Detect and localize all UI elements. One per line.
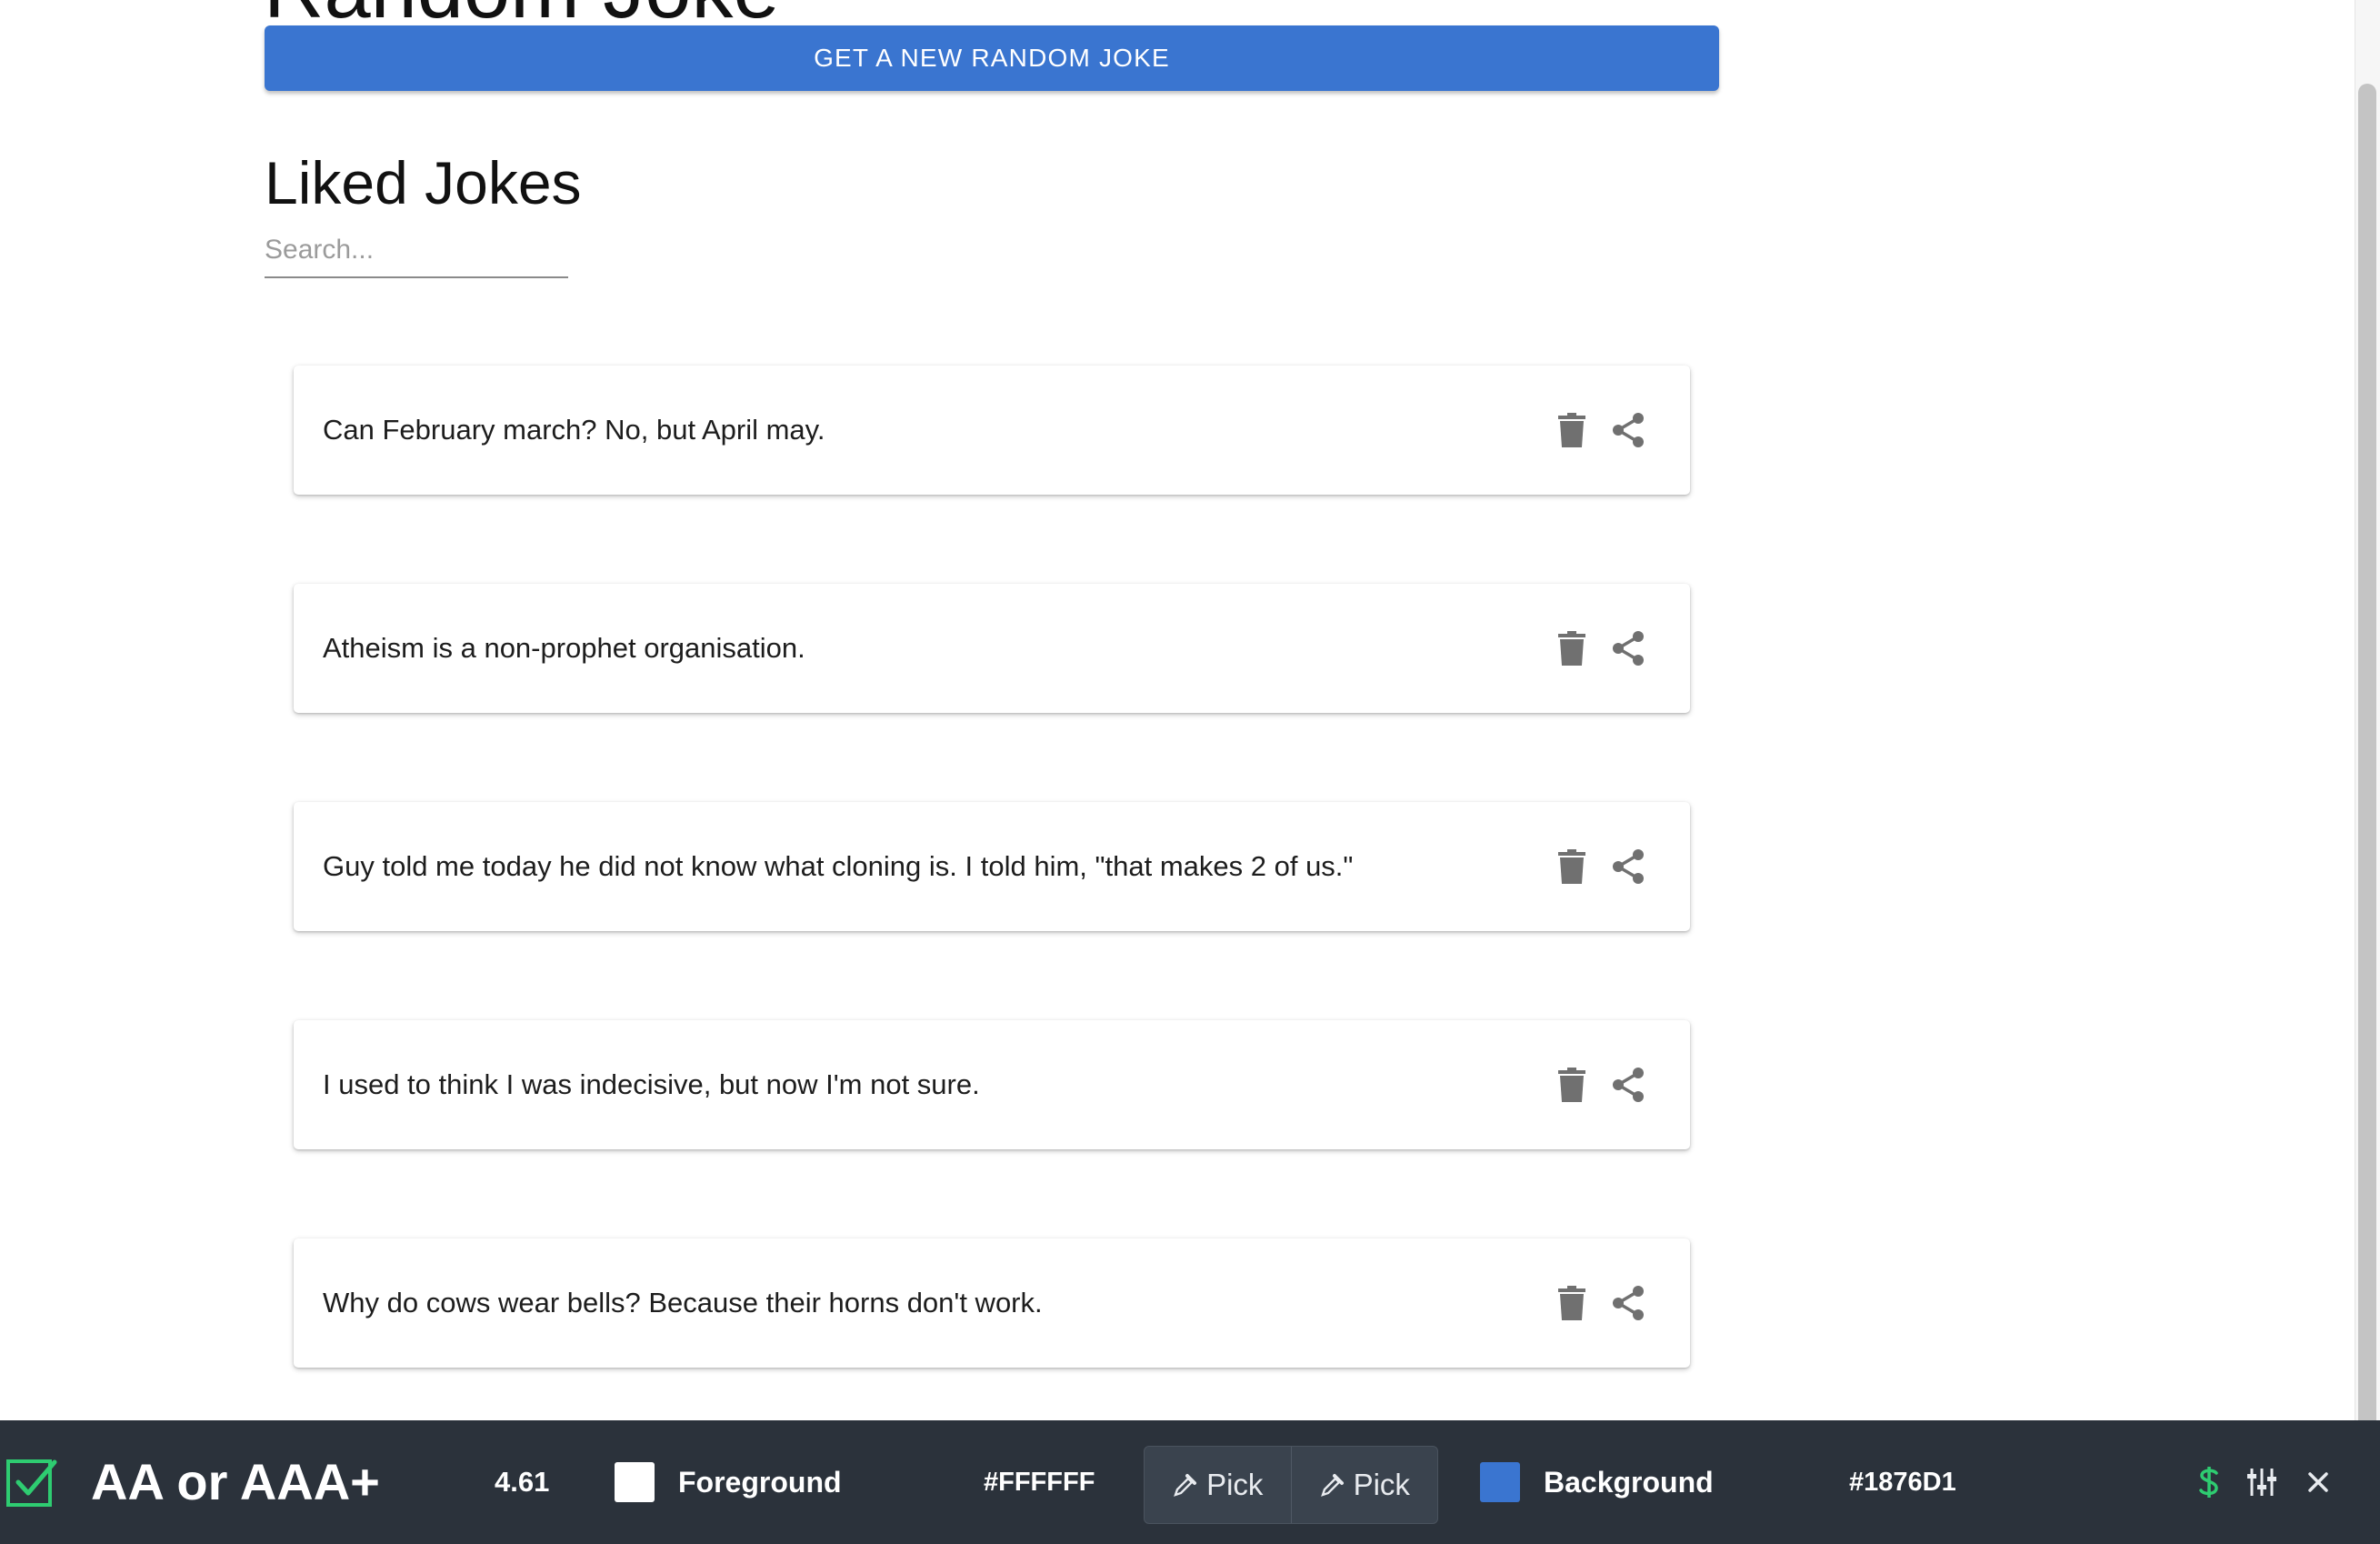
joke-text: Atheism is a non-prophet organisation. (323, 632, 805, 664)
pick-foreground-button[interactable]: Pick (1145, 1447, 1291, 1523)
joke-card: I used to think I was indecisive, but no… (294, 1020, 1690, 1149)
joke-text: I used to think I was indecisive, but no… (323, 1068, 980, 1100)
pick-label: Pick (1206, 1468, 1264, 1501)
delete-icon[interactable] (1554, 403, 1590, 457)
get-new-joke-button[interactable]: GET A NEW RANDOM JOKE (265, 25, 1719, 91)
contrast-level: AA or AAA+ (91, 1453, 380, 1510)
share-icon[interactable] (1610, 403, 1646, 457)
checkbox-check-icon (5, 1457, 58, 1509)
background-label: Background (1544, 1466, 1714, 1499)
delete-icon[interactable] (1554, 1276, 1590, 1330)
share-icon[interactable] (1610, 621, 1646, 676)
background-hex: #1876D1 (1849, 1468, 1956, 1497)
delete-icon[interactable] (1554, 1058, 1590, 1112)
joke-actions (1554, 1058, 1646, 1112)
close-icon[interactable] (2298, 1462, 2338, 1502)
scrollbar-thumb[interactable] (2358, 84, 2376, 1429)
share-icon[interactable] (1610, 1276, 1646, 1330)
joke-card: Guy told me today he did not know what c… (294, 802, 1690, 931)
share-icon[interactable] (1610, 839, 1646, 894)
joke-card: Atheism is a non-prophet organisation. (294, 584, 1690, 713)
share-icon[interactable] (1610, 1058, 1646, 1112)
pick-button-group: Pick Pick (1144, 1446, 1438, 1524)
joke-card: Can February march? No, but April may. (294, 366, 1690, 495)
background-swatch[interactable] (1480, 1462, 1520, 1502)
web-page: Random Joke GET A NEW RANDOM JOKE Liked … (0, 0, 2355, 1420)
foreground-label: Foreground (678, 1466, 842, 1499)
delete-icon[interactable] (1554, 621, 1590, 676)
joke-text: Guy told me today he did not know what c… (323, 850, 1354, 882)
pick-background-button[interactable]: Pick (1290, 1447, 1438, 1523)
joke-card: Why do cows wear bells? Because their ho… (294, 1238, 1690, 1368)
joke-text: Why do cows wear bells? Because their ho… (323, 1287, 1043, 1318)
liked-jokes-list: Can February march? No, but April may. A… (294, 366, 1690, 1420)
contrast-checker-toolbar: AA or AAA+ 4.61 Foreground #FFFFFF Pick … (0, 1420, 2380, 1544)
joke-actions (1554, 839, 1646, 894)
liked-jokes-heading: Liked Jokes (265, 149, 582, 216)
eyedropper-icon (1174, 1474, 1197, 1497)
eyedropper-icon (1320, 1474, 1344, 1497)
search-input[interactable] (265, 224, 568, 278)
joke-actions (1554, 403, 1646, 457)
joke-text: Can February march? No, but April may. (323, 414, 825, 446)
joke-actions (1554, 621, 1646, 676)
sliders-icon[interactable] (2242, 1462, 2282, 1502)
delete-icon[interactable] (1554, 839, 1590, 894)
dollar-icon[interactable] (2189, 1462, 2229, 1502)
contrast-ratio: 4.61 (495, 1466, 550, 1498)
joke-actions (1554, 1276, 1646, 1330)
foreground-swatch[interactable] (615, 1462, 655, 1502)
foreground-hex: #FFFFFF (984, 1468, 1095, 1497)
pick-label: Pick (1353, 1468, 1410, 1501)
